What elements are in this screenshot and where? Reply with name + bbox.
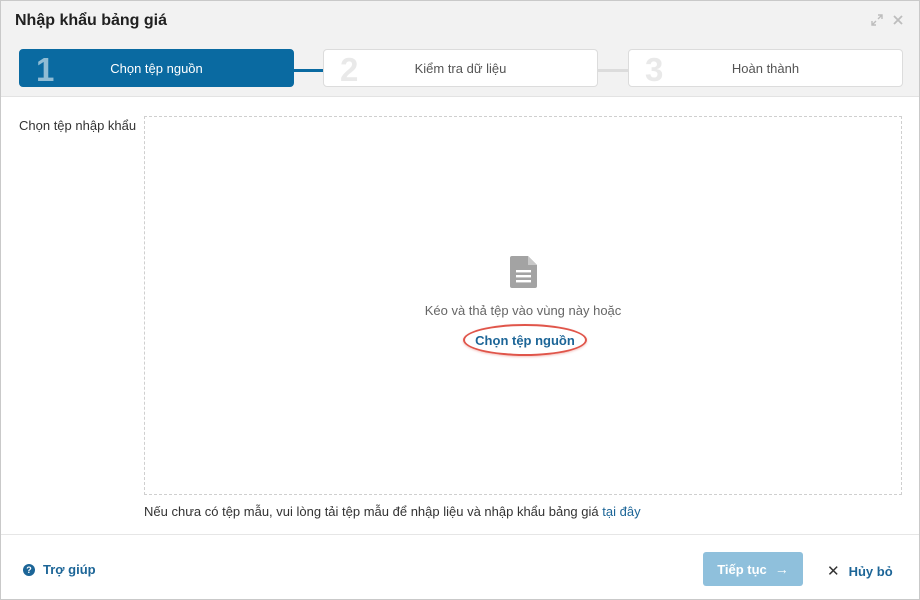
template-note: Nếu chưa có tệp mẫu, vui lòng tải tệp mẫ…: [144, 504, 641, 519]
template-note-text: Nếu chưa có tệp mẫu, vui lòng tải tệp mẫ…: [144, 504, 599, 519]
close-x-icon: ✕: [827, 563, 840, 580]
dialog-header: Nhập khẩu bảng giá: [1, 1, 919, 41]
import-file-label: Chọn tệp nhập khẩu: [19, 118, 137, 133]
step-3-finish[interactable]: 3 Hoàn thành: [628, 49, 903, 88]
step-label: Chọn tệp nguồn: [110, 61, 203, 76]
dropzone-instruction: Kéo và thả tệp vào vùng này hoặc: [424, 303, 622, 318]
choose-source-file-link[interactable]: Chọn tệp nguồn: [463, 324, 587, 356]
close-icon[interactable]: [890, 12, 906, 28]
cancel-label: Hủy bỏ: [848, 563, 893, 579]
dialog-title: Nhập khẩu bảng giá: [15, 12, 168, 29]
wizard-steps: 1 Chọn tệp nguồn 2 Kiểm tra dữ liệu 3 Ho…: [1, 41, 919, 97]
cancel-button[interactable]: ✕ Hủy bỏ: [827, 562, 893, 580]
step-connector: [293, 69, 325, 72]
help-label: Trợ giúp: [43, 562, 96, 577]
download-template-link[interactable]: tại đây: [602, 504, 640, 519]
step-2-check-data[interactable]: 2 Kiểm tra dữ liệu: [323, 49, 598, 88]
file-dropzone[interactable]: Kéo và thả tệp vào vùng này hoặc Chọn tệ…: [144, 116, 902, 495]
step-label: Kiểm tra dữ liệu: [414, 61, 507, 76]
file-document-icon: [510, 256, 537, 288]
step-connector: [597, 69, 629, 72]
step-label: Hoàn thành: [731, 61, 800, 76]
next-button[interactable]: Tiếp tục →: [703, 552, 803, 586]
expand-icon[interactable]: [869, 12, 885, 28]
step-1-choose-source[interactable]: 1 Chọn tệp nguồn: [19, 49, 294, 88]
arrow-right-icon: →: [774, 561, 789, 577]
footer-divider: [1, 534, 919, 535]
next-label: Tiếp tục: [717, 561, 767, 577]
help-icon: ?: [23, 563, 35, 576]
help-button[interactable]: ? Trợ giúp: [23, 562, 96, 577]
import-price-list-dialog: Nhập khẩu bảng giá 1 Chọn tệp nguồn 2 Ki…: [0, 0, 920, 600]
